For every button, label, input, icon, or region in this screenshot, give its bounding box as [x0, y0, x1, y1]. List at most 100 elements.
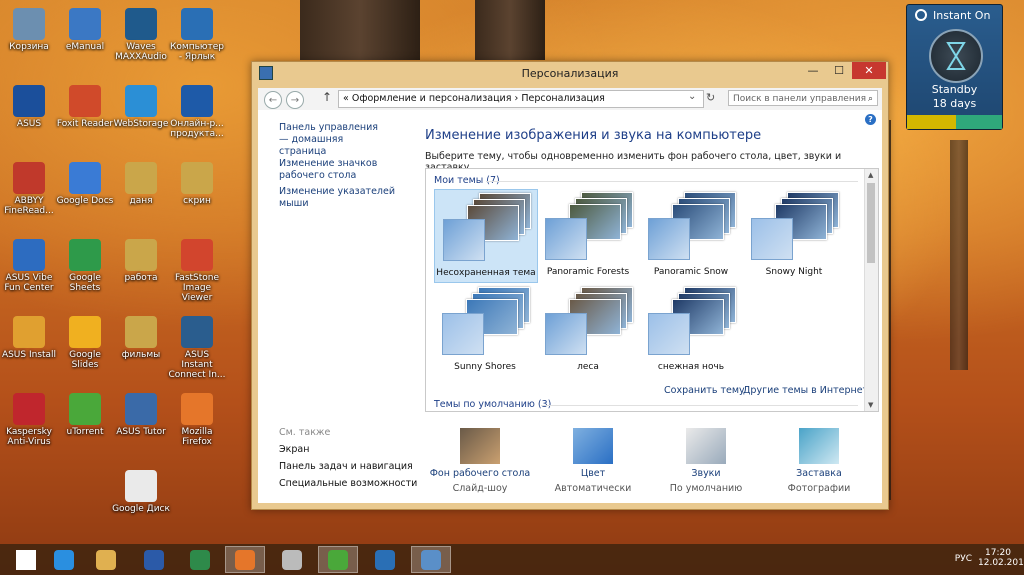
- content-area: ? Панель управления — домашняя страница …: [258, 110, 882, 503]
- desktop-icon[interactable]: ASUS: [0, 85, 58, 129]
- search-icon[interactable]: ⌕: [868, 91, 873, 107]
- desktop-icon[interactable]: Kaspersky Anti-Virus: [0, 393, 58, 447]
- minimize-button[interactable]: —: [800, 62, 826, 79]
- save-theme-link[interactable]: Сохранить тему: [664, 385, 745, 397]
- faststone-icon: [181, 239, 213, 271]
- color-swatch-icon: [443, 219, 485, 261]
- theme-item[interactable]: снежная ночь: [640, 284, 742, 376]
- back-button[interactable]: ←: [264, 91, 282, 109]
- bottom-setting-item[interactable]: Фон рабочего стола Слайд-шоу: [425, 428, 535, 494]
- media-icon[interactable]: [365, 546, 405, 573]
- theme-item[interactable]: Panoramic Forests: [537, 189, 639, 281]
- asus-online-icon: [181, 85, 213, 117]
- scroll-down-icon[interactable]: ▼: [868, 401, 873, 409]
- theme-item[interactable]: Snowy Night: [743, 189, 845, 281]
- control-panel-home-link[interactable]: Панель управления — домашняя страница: [279, 122, 389, 158]
- bottom-setting-item[interactable]: Цвет Автоматически: [538, 428, 648, 494]
- more-themes-online-link[interactable]: Другие темы в Интернете: [743, 385, 874, 397]
- close-button[interactable]: ✕: [852, 62, 886, 79]
- bottom-setting-item[interactable]: Звуки По умолчанию: [651, 428, 761, 494]
- file-explorer-icon[interactable]: [86, 546, 126, 573]
- desktop-icon[interactable]: ASUS Instant Connect In...: [168, 316, 226, 380]
- desktop-icon[interactable]: Корзина: [0, 8, 58, 52]
- desktop-icon[interactable]: WebStorage: [112, 85, 170, 129]
- desktop-icon[interactable]: скрин: [168, 162, 226, 206]
- theme-name: Panoramic Forests: [546, 267, 630, 277]
- desktop-icon[interactable]: eManual: [56, 8, 114, 52]
- system-tray[interactable]: РУС 17:20 12.02.2014: [955, 548, 1024, 568]
- maximize-button[interactable]: ☐: [826, 62, 852, 79]
- desktop-icon[interactable]: Mozilla Firefox: [168, 393, 226, 447]
- desktop-icon[interactable]: ASUS Vibe Fun Center: [0, 239, 58, 293]
- address-dropdown-button[interactable]: ⌄: [688, 91, 696, 102]
- themes-scrollbar[interactable]: ▲ ▼: [864, 169, 878, 411]
- desktop-icon-label: Онлайн-р... продукта...: [170, 119, 224, 139]
- theme-item[interactable]: Panoramic Snow: [640, 189, 742, 281]
- desktop-icon[interactable]: Google Диск: [112, 470, 170, 514]
- themes-list[interactable]: Мои темы (7) Несохраненная тема Panoramic…: [425, 168, 879, 412]
- control-panel-icon[interactable]: [411, 546, 451, 573]
- clock[interactable]: 17:20 12.02.2014: [978, 548, 1024, 568]
- breadcrumb-personalization[interactable]: Персонализация: [521, 93, 605, 104]
- desktop-icon[interactable]: Компьютер - Ярлык: [168, 8, 226, 62]
- power-icon: [915, 9, 927, 21]
- accessibility-link[interactable]: Специальные возможности: [279, 478, 417, 490]
- path-field[interactable]: « Оформление и персонализация › Персонал…: [338, 90, 704, 108]
- theme-thumbnail: [543, 192, 633, 262]
- desktop-icon[interactable]: FastStone Image Viewer: [168, 239, 226, 303]
- search-input[interactable]: Поиск в панели управления ⌕: [728, 90, 878, 106]
- bottom-setting-item[interactable]: Заставка Фотографии: [764, 428, 874, 494]
- desktop-icon[interactable]: Waves MAXXAudio: [112, 8, 170, 62]
- desktop-icon[interactable]: Google Slides: [56, 316, 114, 370]
- title-bar[interactable]: Персонализация — ☐ ✕: [252, 62, 888, 84]
- theme-item[interactable]: Sunny Shores: [434, 284, 536, 376]
- breadcrumb-separator[interactable]: ›: [514, 93, 518, 104]
- desktop-icon-label: работа: [124, 273, 158, 283]
- scroll-up-icon[interactable]: ▲: [868, 171, 873, 179]
- word-icon[interactable]: [134, 546, 174, 573]
- instant-on-gadget[interactable]: Instant On Standby 18 days: [906, 4, 1003, 130]
- desktop-icon-label: даня: [129, 196, 153, 206]
- up-button[interactable]: ↑: [322, 90, 332, 104]
- internet-explorer-icon[interactable]: [44, 546, 84, 573]
- default-themes-header[interactable]: Темы по умолчанию (3): [434, 399, 551, 410]
- desktop-icon[interactable]: даня: [112, 162, 170, 206]
- bottom-setting-label[interactable]: Цвет: [538, 468, 648, 479]
- desktop-icon[interactable]: Google Sheets: [56, 239, 114, 293]
- desktop-icon[interactable]: ASUS Install: [0, 316, 58, 360]
- firefox-icon[interactable]: [225, 546, 265, 573]
- desktop-icon[interactable]: работа: [112, 239, 170, 283]
- utorrent-icon[interactable]: [318, 546, 358, 573]
- waves-icon: [125, 8, 157, 40]
- desktop-icon[interactable]: Онлайн-р... продукта...: [168, 85, 226, 139]
- desktop-icon[interactable]: ABBYY FineRead...: [0, 162, 58, 216]
- google-docs-icon: [69, 162, 101, 194]
- language-indicator[interactable]: РУС: [955, 554, 972, 564]
- desktop-icon[interactable]: Foxit Reader: [56, 85, 114, 129]
- forward-button[interactable]: →: [286, 91, 304, 109]
- theme-item[interactable]: леса: [537, 284, 639, 376]
- theme-item[interactable]: Несохраненная тема: [434, 189, 538, 283]
- excel-icon[interactable]: [180, 546, 220, 573]
- breadcrumb-appearance[interactable]: Оформление и персонализация: [352, 93, 512, 104]
- bottom-setting-label[interactable]: Заставка: [764, 468, 874, 479]
- change-mouse-pointers-link[interactable]: Изменение указателей мыши: [279, 186, 419, 210]
- desktop-icon[interactable]: Google Docs: [56, 162, 114, 206]
- theme-thumbnail: [749, 192, 839, 262]
- bottom-setting-label[interactable]: Звуки: [651, 468, 761, 479]
- taskbar-navigation-link[interactable]: Панель задач и навигация: [279, 461, 413, 473]
- desktop-icon[interactable]: фильмы: [112, 316, 170, 360]
- calculator-icon[interactable]: [272, 546, 312, 573]
- bottom-setting-label[interactable]: Фон рабочего стола: [425, 468, 535, 479]
- scroll-thumb[interactable]: [867, 183, 875, 263]
- desktop-icon[interactable]: ASUS Tutor: [112, 393, 170, 437]
- desktop-icon-label: Корзина: [9, 42, 49, 52]
- desktop-icon[interactable]: uTorrent: [56, 393, 114, 437]
- help-icon[interactable]: ?: [865, 114, 876, 125]
- windows-start-icon[interactable]: [6, 546, 46, 573]
- display-link[interactable]: Экран: [279, 444, 309, 456]
- change-desktop-icons-link[interactable]: Изменение значков рабочего стола: [279, 158, 409, 182]
- refresh-button[interactable]: ↻: [706, 91, 715, 104]
- asus-install-icon: [13, 316, 45, 348]
- hourglass-icon: [929, 29, 983, 83]
